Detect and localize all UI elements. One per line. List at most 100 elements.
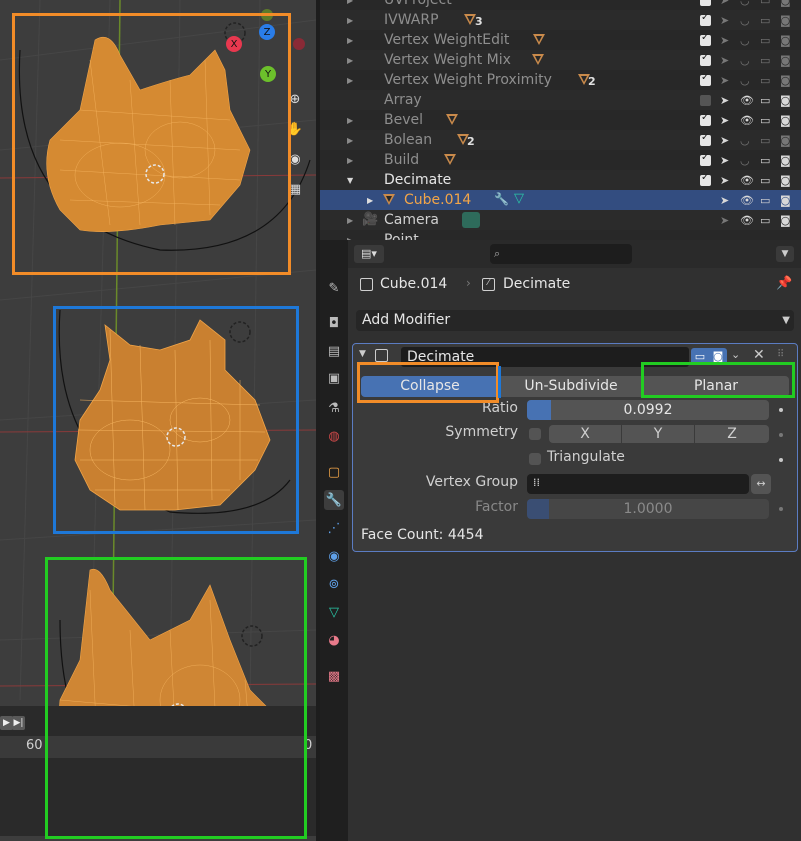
outliner-row[interactable]: ▶ Bolean 2 — [320, 130, 801, 150]
texture-tab-icon[interactable]: ▩ — [324, 666, 344, 686]
physics-tab-icon[interactable]: ◉ — [324, 546, 344, 566]
search-icon: ⌕ — [494, 247, 501, 260]
keyframe-dot-icon[interactable] — [779, 433, 783, 437]
properties-search-input[interactable]: ⌕ — [490, 244, 632, 264]
symmetry-axis-y-button[interactable]: Y — [622, 425, 694, 443]
dropdown-chevron-icon[interactable]: ▼ — [776, 246, 794, 262]
jump-end-icon[interactable]: ▶| — [12, 716, 25, 730]
factor-slider[interactable]: 1.0000 — [527, 499, 769, 519]
vertex-group-icon: ⁞⁞ — [533, 476, 540, 489]
outliner-row[interactable]: ▶ Vertex Weight Proximity 2 — [320, 70, 801, 90]
chevron-down-icon: ▼ — [782, 315, 790, 326]
factor-slider-fill — [527, 499, 549, 519]
world-tab-icon[interactable]: ◍ — [324, 426, 344, 446]
properties-header: ▤▾ ⌕ ▼ — [348, 240, 801, 268]
vertex-group-field[interactable]: ⁞⁞ — [527, 474, 749, 494]
keyframe-dot-icon[interactable] — [779, 408, 783, 412]
scene-tab-icon[interactable]: ⚗ — [324, 398, 344, 418]
output-tab-icon[interactable]: ▤ — [324, 341, 344, 361]
breadcrumb-modifier: Decimate — [503, 276, 571, 292]
expand-arrow-icon[interactable]: ▶ — [347, 0, 353, 5]
collapse-panel-arrow-icon[interactable]: ▼ — [359, 349, 366, 359]
expand-arrow-icon[interactable]: ▶ — [347, 16, 353, 25]
outliner-row[interactable]: ▶ 🎥 Camera — [320, 210, 801, 230]
highlight-unsubdivide-button — [498, 366, 644, 398]
modifier-wrench-tab-icon[interactable]: 🔧 — [324, 490, 344, 510]
ratio-slider[interactable]: 0.0992 — [527, 400, 769, 420]
viewport-3d[interactable]: X Z Y ⊕ ✋ ◉ ▦ ▶ ▶| 60 0 — [0, 0, 316, 841]
outliner-row[interactable]: ▶ UVProject — [320, 0, 801, 10]
mesh-object-icon — [383, 194, 395, 205]
expand-arrow-icon[interactable]: ▶ — [347, 156, 353, 165]
mesh-data-tab-icon[interactable]: ▽ — [324, 602, 344, 622]
remove-modifier-close-icon[interactable]: ✕ — [753, 347, 765, 363]
collapse-arrow-icon[interactable]: ▼ — [347, 176, 353, 185]
object-tab-icon[interactable]: ▢ — [324, 462, 344, 482]
highlight-planar-view — [45, 557, 307, 839]
tool-tab-icon[interactable]: ✎ — [324, 278, 344, 298]
highlight-planar-button — [641, 362, 795, 398]
symmetry-axis-z-button[interactable]: Z — [695, 425, 769, 443]
breadcrumb-separator-icon: › — [466, 276, 471, 290]
properties-editor[interactable]: ▤▾ ⌕ ▼ Cube.014 › ⁄ Decimate 📌 Add Modif… — [348, 240, 801, 841]
outliner-row[interactable]: ▶ IVWARP 3 — [320, 10, 801, 30]
view-layer-tab-icon[interactable]: ▣ — [324, 368, 344, 388]
keyframe-dot-icon[interactable] — [779, 507, 783, 511]
outliner[interactable]: ▶ UVProject ▶ IVWARP 3 ▶ Vertex WeightEd… — [320, 0, 801, 240]
highlight-collapse-view — [12, 13, 291, 275]
outliner-row-selected[interactable]: ▶ Cube.014 🔧 ▽ — [320, 190, 801, 210]
render-tab-icon[interactable]: ◘ — [324, 313, 344, 333]
factor-label: Factor — [475, 499, 518, 515]
breadcrumb-object: Cube.014 — [380, 276, 448, 292]
highlight-collapse-button — [357, 362, 499, 403]
modifier-icon — [362, 33, 378, 47]
camera-data-icon — [462, 212, 480, 228]
symmetry-checkbox[interactable] — [529, 428, 541, 440]
ratio-slider-fill — [527, 400, 551, 420]
editor-type-icon[interactable]: ▤▾ — [354, 245, 384, 263]
collection-icon — [362, 113, 378, 127]
modifier-menu-chevron-icon[interactable]: ⌄ — [731, 348, 740, 361]
gizmo-neg-x-icon[interactable] — [293, 38, 305, 50]
material-tab-icon[interactable]: ◕ — [324, 630, 344, 650]
expand-arrow-icon[interactable]: ▶ — [367, 196, 373, 205]
expand-arrow-icon[interactable]: ▶ — [347, 116, 353, 125]
object-icon — [360, 278, 373, 291]
face-count-text: Face Count: 4454 — [361, 527, 484, 543]
outliner-row[interactable]: Array — [320, 90, 801, 110]
modifier-icon — [362, 73, 378, 87]
keyframe-dot-icon[interactable] — [779, 458, 783, 462]
vertex-group-label: Vertex Group — [425, 474, 518, 490]
mesh-data-icon — [446, 114, 458, 125]
outliner-row[interactable]: ▶ Point — [320, 230, 801, 240]
expand-arrow-icon[interactable]: ▶ — [347, 56, 353, 65]
highlight-unsubdivide-view — [53, 306, 299, 534]
expand-arrow-icon[interactable]: ▶ — [347, 76, 353, 85]
outliner-row[interactable]: ▶ Vertex WeightEdit — [320, 30, 801, 50]
mesh-data-icon — [444, 154, 456, 165]
expand-arrow-icon[interactable]: ▶ — [347, 36, 353, 45]
camera-icon: 🎥 — [362, 212, 379, 227]
constraints-tab-icon[interactable]: ⊚ — [324, 574, 344, 594]
outliner-row[interactable]: ▶ Bevel — [320, 110, 801, 130]
triangulate-label: Triangulate — [547, 449, 625, 465]
invert-vertex-group-icon[interactable]: ↔ — [751, 474, 771, 494]
pin-icon[interactable]: 📌 — [776, 276, 792, 291]
collection-icon — [362, 133, 378, 147]
drag-handle-icon[interactable]: ⠿ — [777, 349, 784, 360]
mesh-data-icon: ▽ — [514, 191, 524, 206]
expand-arrow-icon[interactable]: ▶ — [347, 216, 353, 225]
expand-arrow-icon[interactable]: ▶ — [347, 136, 353, 145]
modifier-icon — [362, 0, 378, 7]
collection-icon — [362, 173, 378, 187]
outliner-row[interactable]: ▶ Build — [320, 150, 801, 170]
outliner-row[interactable]: ▶ Vertex Weight Mix — [320, 50, 801, 70]
properties-tab-bar[interactable]: ✎ ◘ ▤ ▣ ⚗ ◍ ▢ 🔧 ⋰ ◉ ⊚ ▽ ◕ ▩ — [320, 240, 348, 841]
particles-tab-icon[interactable]: ⋰ — [324, 518, 344, 538]
add-modifier-dropdown[interactable]: Add Modifier ▼ — [356, 310, 794, 331]
symmetry-axis-x-button[interactable]: X — [549, 425, 621, 443]
mesh-data-icon — [533, 34, 545, 45]
decimate-modifier-icon: ⁄ — [482, 278, 495, 291]
triangulate-checkbox[interactable] — [529, 453, 541, 465]
outliner-row[interactable]: ▼ Decimate — [320, 170, 801, 190]
